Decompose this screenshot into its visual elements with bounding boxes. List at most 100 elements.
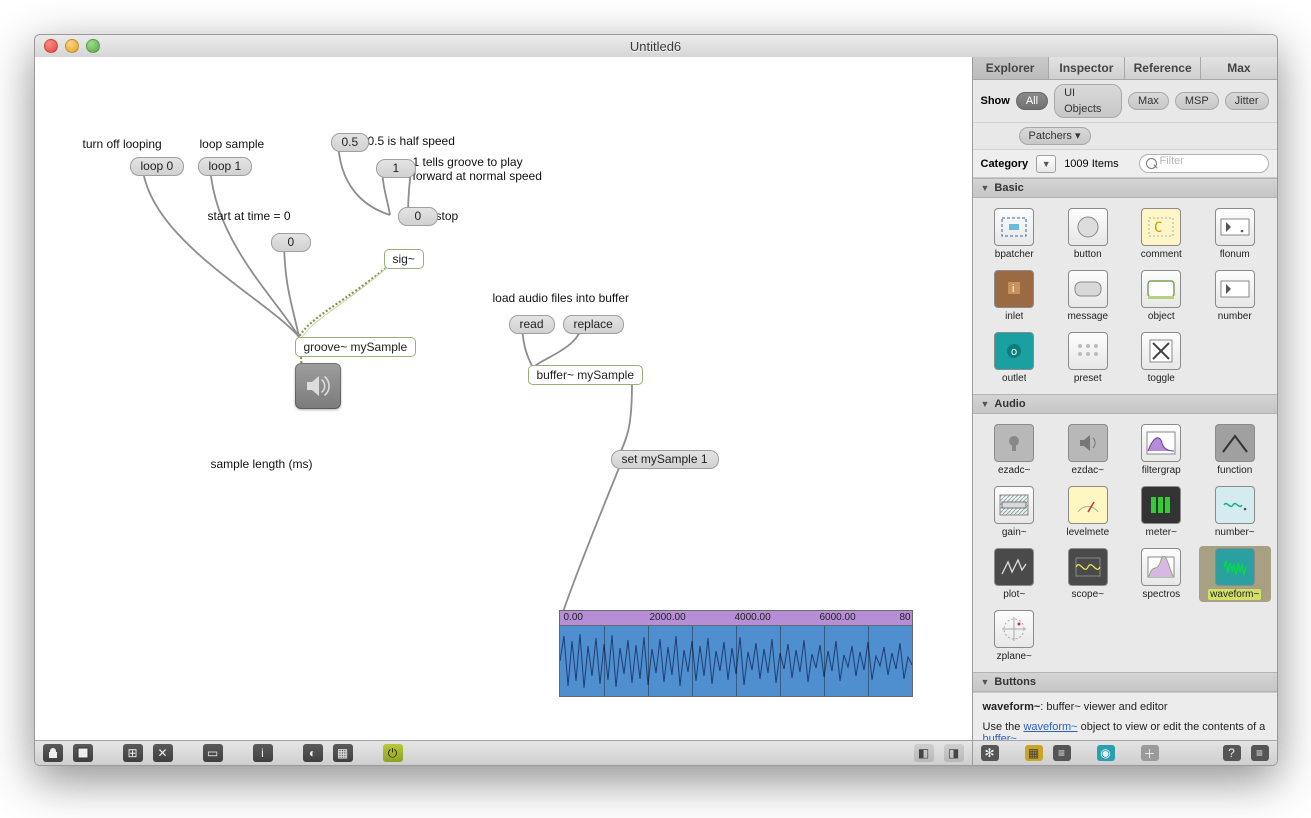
waveform-ruler: 0.00 2000.00 4000.00 6000.00 80 <box>560 611 912 626</box>
section-audio[interactable]: Audio <box>973 394 1277 414</box>
sb-menu-button[interactable]: ≡ <box>1251 745 1269 761</box>
pi-meter[interactable]: meter~ <box>1126 484 1198 540</box>
pi-gain[interactable]: gain~ <box>979 484 1051 540</box>
pi-zplane[interactable]: zplane~ <box>979 608 1051 664</box>
waveform-display[interactable]: 0.00 2000.00 4000.00 6000.00 80 <box>559 610 913 697</box>
pi-comment[interactable]: Ccomment <box>1126 206 1198 262</box>
sidebar-left-toggle[interactable]: ◧ <box>914 744 934 762</box>
sidebar-tabs: Explorer Inspector Reference Max <box>973 57 1277 80</box>
help-link-buffer[interactable]: buffer~ <box>983 733 1017 740</box>
svg-text:i: i <box>1012 283 1014 295</box>
palette-basic: bpatcher button Ccomment flonum iinlet m… <box>973 198 1277 394</box>
tab-inspector[interactable]: Inspector <box>1049 57 1125 79</box>
filter-msp[interactable]: MSP <box>1175 92 1219 110</box>
pi-ezadc[interactable]: ezadc~ <box>979 422 1051 478</box>
category-label: Category <box>981 158 1029 170</box>
pi-inlet[interactable]: iinlet <box>979 268 1051 324</box>
show-label: Show <box>981 95 1010 107</box>
presentation-button[interactable]: ▭ <box>203 744 223 762</box>
window-controls <box>44 39 100 53</box>
obj-groove[interactable]: groove~ mySample <box>295 337 417 357</box>
msg-loop-1[interactable]: loop 1 <box>198 157 253 176</box>
comment-turn-off-looping: turn off looping <box>83 137 162 151</box>
pi-levelmeter[interactable]: levelmete <box>1052 484 1124 540</box>
titlebar[interactable]: Untitled6 <box>35 35 1277 58</box>
audio-power-button[interactable]: ⏻ <box>383 744 403 762</box>
sb-gear-button[interactable]: ✻ <box>981 745 999 761</box>
window-title: Untitled6 <box>35 39 1277 54</box>
pi-bpatcher[interactable]: bpatcher <box>979 206 1051 262</box>
obj-sig[interactable]: sig~ <box>384 249 424 269</box>
section-basic[interactable]: Basic <box>973 178 1277 198</box>
msg-loop-0[interactable]: loop 0 <box>130 157 185 176</box>
info-button[interactable]: i <box>253 744 273 762</box>
pi-outlet[interactable]: ooutlet <box>979 330 1051 386</box>
msg-set-sample[interactable]: set mySample 1 <box>611 450 719 469</box>
help-link-waveform[interactable]: waveform~ <box>1023 721 1077 733</box>
pi-plot[interactable]: plot~ <box>979 546 1051 602</box>
pi-toggle[interactable]: toggle <box>1126 330 1198 386</box>
lock-button[interactable] <box>43 744 63 762</box>
msg-replace[interactable]: replace <box>563 315 624 334</box>
grid-toggle-button[interactable]: ⊞ <box>123 744 143 762</box>
sb-grid-button[interactable]: ▦ <box>1025 745 1043 761</box>
msg-0-start[interactable]: 0 <box>271 233 312 252</box>
comment-stop: stop <box>436 209 459 223</box>
tab-reference[interactable]: Reference <box>1125 57 1201 79</box>
sb-add-button[interactable]: ＋ <box>1141 745 1159 761</box>
section-buttons[interactable]: Buttons <box>973 672 1277 692</box>
filter-ui-objects[interactable]: UI Objects <box>1054 84 1122 118</box>
sb-help-button[interactable]: ? <box>1223 745 1241 761</box>
pi-waveform[interactable]: waveform~ <box>1199 546 1271 602</box>
snap-button[interactable]: ✕ <box>153 744 173 762</box>
category-row: Category ▼ 1009 Items Filter <box>973 150 1277 178</box>
pi-number[interactable]: number <box>1199 268 1271 324</box>
category-dropdown[interactable]: ▼ <box>1036 155 1056 173</box>
help-panel: waveform~: buffer~ viewer and editor Use… <box>973 692 1277 740</box>
svg-text:C: C <box>1154 220 1162 236</box>
ezdac-speaker[interactable] <box>295 363 341 409</box>
pi-function[interactable]: function <box>1199 422 1271 478</box>
filter-max[interactable]: Max <box>1128 92 1169 110</box>
msg-0-stop[interactable]: 0 <box>398 207 439 226</box>
patcher-canvas[interactable]: turn off looping loop sample 0.5 is half… <box>35 57 972 740</box>
pi-spectroscope[interactable]: spectros <box>1126 546 1198 602</box>
pi-object[interactable]: object <box>1126 268 1198 324</box>
filter-jitter[interactable]: Jitter <box>1225 92 1269 110</box>
msg-read[interactable]: read <box>509 315 555 334</box>
sidebar-right-toggle[interactable]: ◨ <box>944 744 964 762</box>
grid-view-button[interactable]: ▦ <box>333 744 353 762</box>
msg-0-5[interactable]: 0.5 <box>331 133 370 152</box>
comment-sample-length: sample length (ms) <box>211 457 313 471</box>
pi-numbertilde[interactable]: number~ <box>1199 484 1271 540</box>
minimize-button[interactable] <box>65 39 79 53</box>
item-count: 1009 Items <box>1064 158 1118 170</box>
waveform-body[interactable] <box>560 626 912 696</box>
pi-flonum[interactable]: flonum <box>1199 206 1271 262</box>
close-button[interactable] <box>44 39 58 53</box>
zoom-button-tb[interactable]: ◐ <box>303 744 323 762</box>
pi-button[interactable]: button <box>1052 206 1124 262</box>
filter-patchers[interactable]: Patchers ▾ <box>1019 127 1091 145</box>
comment-loop-sample: loop sample <box>200 137 265 151</box>
obj-buffer[interactable]: buffer~ mySample <box>528 365 644 385</box>
sb-eye-button[interactable]: ◉ <box>1097 745 1115 761</box>
zoom-button[interactable] <box>86 39 100 53</box>
pi-scope[interactable]: scope~ <box>1052 546 1124 602</box>
pi-ezdac[interactable]: ezdac~ <box>1052 422 1124 478</box>
comment-half-speed: 0.5 is half speed <box>368 134 455 148</box>
filter-all[interactable]: All <box>1016 92 1048 110</box>
pi-message[interactable]: message <box>1052 268 1124 324</box>
tab-explorer[interactable]: Explorer <box>973 57 1049 79</box>
pi-filtergraph[interactable]: filtergrap <box>1126 422 1198 478</box>
msg-1[interactable]: 1 <box>376 159 417 178</box>
filter-row-1: Show All UI Objects Max MSP Jitter <box>973 80 1277 123</box>
tab-max[interactable]: Max <box>1201 57 1276 79</box>
search-input[interactable]: Filter <box>1139 154 1269 173</box>
help-title: waveform~ <box>983 701 1041 713</box>
pi-preset[interactable]: preset <box>1052 330 1124 386</box>
sidebar: Explorer Inspector Reference Max Show Al… <box>972 57 1277 765</box>
sb-list-button[interactable]: ≡ <box>1053 745 1071 761</box>
comment-normal-speed-2: forward at normal speed <box>413 169 542 183</box>
new-object-button[interactable] <box>73 744 93 762</box>
